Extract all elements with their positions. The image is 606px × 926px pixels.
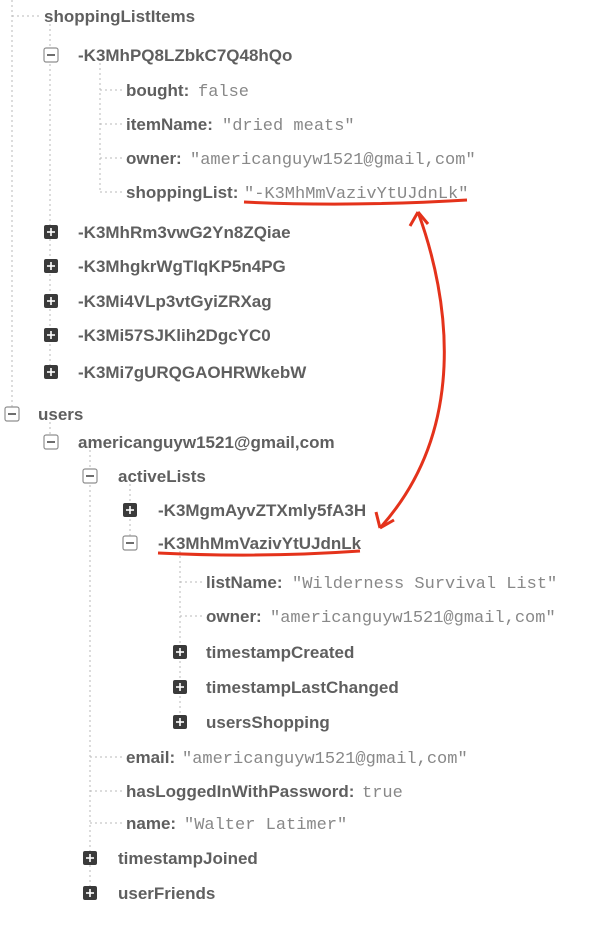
node-shoppinglistitems[interactable]: shoppingListItems bbox=[44, 7, 195, 26]
node-c4[interactable]: -K3Mi4VLp3vtGyiZRXag bbox=[78, 292, 272, 311]
node-users[interactable]: users bbox=[38, 405, 83, 424]
val-hliwp: true bbox=[362, 784, 403, 803]
toggle-us[interactable] bbox=[173, 715, 187, 729]
node-c6[interactable]: -K3Mi7gURQGAOHRWkebW bbox=[78, 363, 307, 382]
val-bought: false bbox=[198, 83, 249, 102]
node-uf[interactable]: userFriends bbox=[118, 884, 215, 903]
node-user1[interactable]: americanguyw1521@gmail,com bbox=[78, 433, 335, 452]
toggle-c3[interactable] bbox=[44, 259, 58, 273]
toggle-a2[interactable] bbox=[123, 536, 137, 550]
toggle-c2[interactable] bbox=[44, 225, 58, 239]
key-email: email: bbox=[126, 748, 175, 767]
node-c3[interactable]: -K3MhgkrWgTIqKP5n4PG bbox=[78, 257, 286, 276]
toggle-c5[interactable] bbox=[44, 328, 58, 342]
node-a1[interactable]: -K3MgmAyvZTXmly5fA3H bbox=[158, 501, 366, 520]
toggle-tsc[interactable] bbox=[173, 645, 187, 659]
toggle-tj[interactable] bbox=[83, 851, 97, 865]
val-owner: "americanguyw1521@gmail,com" bbox=[190, 151, 476, 170]
toggle-c4[interactable] bbox=[44, 294, 58, 308]
toggle-shoppinglistitems-child1[interactable] bbox=[44, 48, 58, 62]
toggle-users[interactable] bbox=[5, 407, 19, 421]
toggle-c6[interactable] bbox=[44, 365, 58, 379]
toggle-uf[interactable] bbox=[83, 886, 97, 900]
key-listname: listName: bbox=[206, 573, 283, 592]
toggle-tslc[interactable] bbox=[173, 680, 187, 694]
key-owner2: owner: bbox=[206, 607, 262, 626]
val-itemname: "dried meats" bbox=[222, 117, 355, 136]
toggle-user1[interactable] bbox=[44, 435, 58, 449]
node-tj[interactable]: timestampJoined bbox=[118, 849, 258, 868]
node-c5[interactable]: -K3Mi57SJKlih2DgcYC0 bbox=[78, 326, 271, 345]
node-item1-id[interactable]: -K3MhPQ8LZbkC7Q48hQo bbox=[78, 46, 292, 65]
key-name: name: bbox=[126, 814, 176, 833]
node-us[interactable]: usersShopping bbox=[206, 713, 330, 732]
node-c2[interactable]: -K3MhRm3vwG2Yn8ZQiae bbox=[78, 223, 291, 242]
key-itemname: itemName: bbox=[126, 115, 213, 134]
val-listname: "Wilderness Survival List" bbox=[292, 575, 557, 594]
val-email: "americanguyw1521@gmail,com" bbox=[182, 750, 468, 769]
node-tsc[interactable]: timestampCreated bbox=[206, 643, 354, 662]
val-name: "Walter Latimer" bbox=[184, 816, 347, 835]
key-bought: bought: bbox=[126, 81, 189, 100]
node-tslc[interactable]: timestampLastChanged bbox=[206, 678, 399, 697]
key-shoppinglist: shoppingList: bbox=[126, 183, 238, 202]
node-a2[interactable]: -K3MhMmVazivYtUJdnLk bbox=[158, 534, 362, 553]
key-hliwp: hasLoggedInWithPassword: bbox=[126, 782, 354, 801]
toggle-activelists[interactable] bbox=[83, 469, 97, 483]
annotation-arrow bbox=[380, 212, 444, 528]
key-owner: owner: bbox=[126, 149, 182, 168]
node-activelists[interactable]: activeLists bbox=[118, 467, 206, 486]
val-owner2: "americanguyw1521@gmail,com" bbox=[270, 609, 556, 628]
toggle-a1[interactable] bbox=[123, 503, 137, 517]
